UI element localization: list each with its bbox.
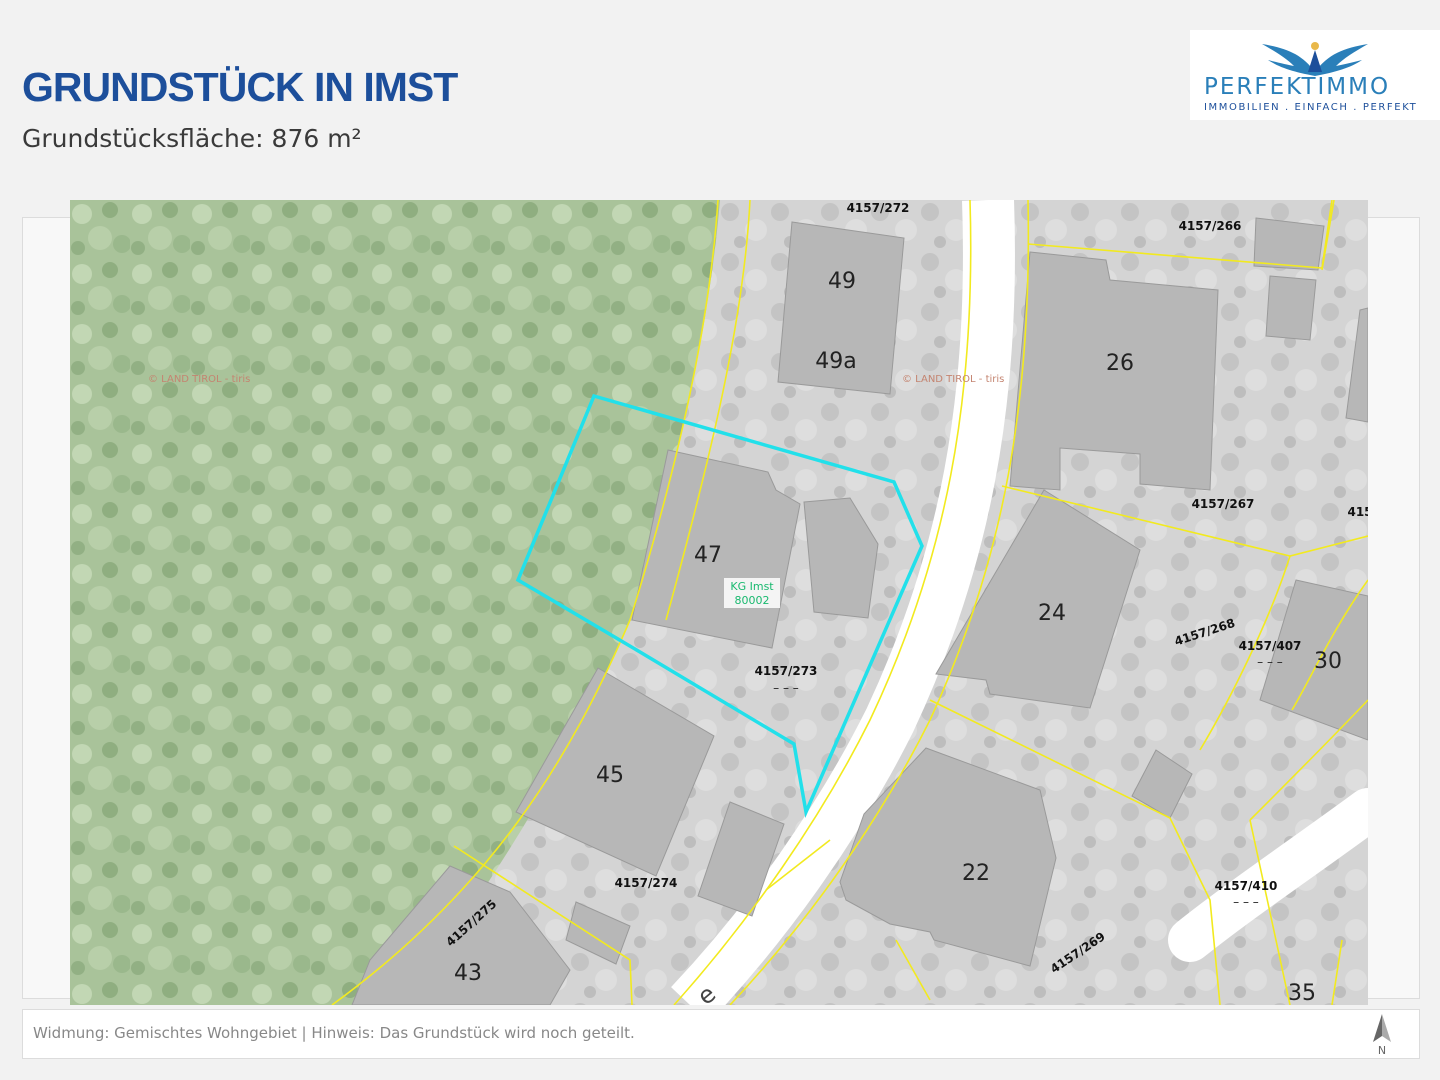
house-number-47: 47 xyxy=(694,543,722,568)
parcel-label-4157-274: 4157/274 xyxy=(615,876,678,890)
parcel-label-4157-272: 4157/272 xyxy=(847,201,910,215)
page-title: GRUNDSTÜCK IN IMST xyxy=(22,64,458,111)
map-canvas: © LAND TIROL - tiris © LAND TIROL - tiri… xyxy=(70,200,1368,1005)
house-number-45: 45 xyxy=(596,763,624,788)
house-number-49: 49 xyxy=(828,269,856,294)
wings-emblem-icon xyxy=(1262,42,1368,76)
kg-label-name: KG Imst xyxy=(730,580,774,593)
parcel-label-4157-410: 4157/410 xyxy=(1215,879,1278,893)
parcel-label-4157-267: 4157/267 xyxy=(1192,497,1255,511)
north-label: N xyxy=(1378,1044,1386,1056)
plot-area-subtitle: Grundstücksfläche: 876 m² xyxy=(22,124,362,153)
parcel-dash-410: – – – xyxy=(1233,895,1259,909)
house-number-30: 30 xyxy=(1314,649,1342,674)
house-number-24: 24 xyxy=(1038,601,1066,626)
parcel-label-4157-407: 4157/407 xyxy=(1239,639,1302,653)
watermark-left: © LAND TIROL - tiris xyxy=(148,374,250,385)
logo-brand: PERFEKTIMMO xyxy=(1204,74,1391,100)
parcel-dash-407: – – – xyxy=(1257,655,1283,669)
company-logo: PERFEKTIMMO IMMOBILIEN . EINFACH . PERFE… xyxy=(1190,30,1440,120)
watermark-right: © LAND TIROL - tiris xyxy=(902,374,1004,385)
cadastral-map[interactable]: © LAND TIROL - tiris © LAND TIROL - tiri… xyxy=(70,200,1368,1005)
title-bold: IN IMST xyxy=(313,64,458,110)
house-number-22: 22 xyxy=(962,861,990,886)
house-number-49a: 49a xyxy=(815,349,856,374)
parcel-label-4157-273: 4157/273 xyxy=(755,664,818,678)
title-main: GRUNDSTÜCK xyxy=(22,64,314,110)
house-number-35: 35 xyxy=(1288,981,1316,1005)
house-number-26: 26 xyxy=(1106,351,1134,376)
parcel-label-4157-266: 4157/266 xyxy=(1179,219,1242,233)
info-footer: Widmung: Gemischtes Wohngebiet | Hinweis… xyxy=(22,1009,1420,1059)
parcel-label-415: 415 xyxy=(1347,505,1368,519)
zoning-note: Widmung: Gemischtes Wohngebiet | Hinweis… xyxy=(33,1024,635,1042)
logo-tagline: IMMOBILIEN . EINFACH . PERFEKT xyxy=(1204,102,1418,113)
parcel-dash-273: – – – xyxy=(773,681,799,695)
house-number-43: 43 xyxy=(454,961,482,986)
kg-label-number: 80002 xyxy=(735,594,770,607)
north-arrow-icon: N xyxy=(1373,1014,1391,1057)
north-arrow: N xyxy=(1365,1012,1399,1057)
